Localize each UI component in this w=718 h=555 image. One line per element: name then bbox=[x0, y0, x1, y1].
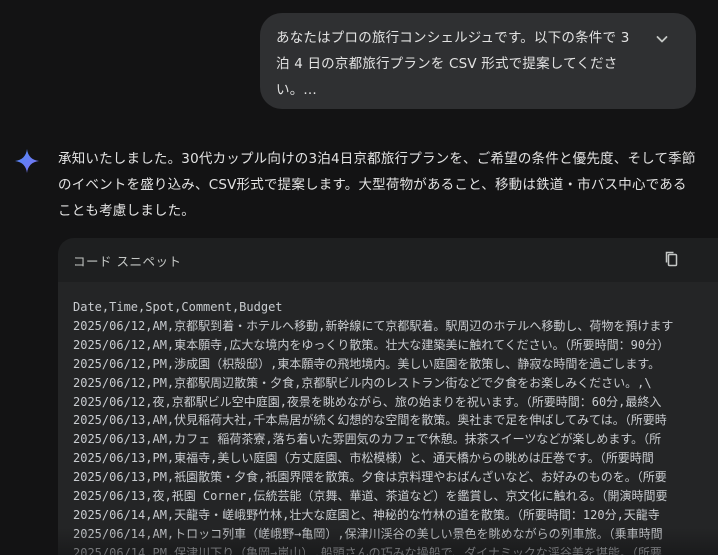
assistant-reply-text: 承知いたしました。30代カップル向けの3泊4日京都旅行プランを、ご希望の条件と優… bbox=[58, 151, 696, 219]
user-prompt-bubble: あなたはプロの旅行コンシェルジュです。以下の条件で 3泊 4 日の京都旅行プラン… bbox=[260, 13, 696, 109]
gemini-sparkle-icon bbox=[15, 149, 39, 173]
code-line: 2025/06/14,AM,トロッコ列車（嵯峨野→亀岡）,保津川渓谷の美しい景色… bbox=[73, 526, 663, 541]
code-line: 2025/06/14,PM,保津川下り（亀岡→嵐山）,船頭さんの巧みな操船で、ダ… bbox=[73, 545, 662, 555]
user-prompt-text: あなたはプロの旅行コンシェルジュです。以下の条件で 3泊 4 日の京都旅行プラン… bbox=[276, 30, 630, 98]
code-snippet-block: コード スニペット Date,Time,Spot,Comment,Budget 2… bbox=[58, 238, 718, 555]
chat-page: あなたはプロの旅行コンシェルジュです。以下の条件で 3泊 4 日の京都旅行プラン… bbox=[0, 0, 718, 555]
code-line: 2025/06/13,AM,伏見稲荷大社,千本鳥居が続く幻想的な空間を散策。奥社… bbox=[73, 413, 667, 428]
code-line: 2025/06/12,PM,京都駅周辺散策・夕食,京都駅ビル内のレストラン街など… bbox=[73, 375, 652, 390]
code-line: 2025/06/12,AM,京都駅到着・ホテルへ移動,新幹線にて京都駅着。駅周辺… bbox=[73, 318, 674, 333]
chevron-down-icon[interactable] bbox=[654, 31, 670, 47]
code-lines: Date,Time,Spot,Comment,Budget 2025/06/12,… bbox=[73, 298, 673, 555]
code-line: 2025/06/14,AM,天龍寺・嵯峨野竹林,壮大な庭園と、神秘的な竹林の道を… bbox=[73, 507, 660, 522]
code-line: 2025/06/13,夜,祇園 Corner,伝統芸能（京舞、華道、茶道など）を… bbox=[73, 489, 668, 504]
code-line: 2025/06/12,PM,渉成園（枳殻邸）,東本願寺の飛地境内。美しい庭園を散… bbox=[73, 356, 661, 371]
code-line: 2025/06/13,PM,祇園散策・夕食,祇園界隈を散策。夕食は京料理やおばん… bbox=[73, 470, 667, 485]
code-line: 2025/06/12,夜,京都駅ビル空中庭園,夜景を眺めながら、旅の始まりを祝い… bbox=[73, 394, 662, 409]
code-line: 2025/06/13,PM,東福寺,美しい庭園（方丈庭園、市松模様）と、通天橋か… bbox=[73, 451, 654, 466]
code-snippet-header: コード スニペット bbox=[58, 238, 718, 282]
code-line: 2025/06/12,AM,東本願寺,広大な境内をゆっくり散策。壮大な建築美に触… bbox=[73, 337, 670, 352]
code-snippet-title: コード スニペット bbox=[73, 254, 182, 269]
code-line: Date,Time,Spot,Comment,Budget bbox=[73, 300, 283, 314]
copy-icon[interactable] bbox=[662, 249, 682, 269]
code-snippet-body: Date,Time,Spot,Comment,Budget 2025/06/12,… bbox=[58, 282, 718, 555]
code-line: 2025/06/13,AM,カフェ 稲荷茶寮,落ち着いた雰囲気のカフェで休憩。抹… bbox=[73, 432, 662, 447]
